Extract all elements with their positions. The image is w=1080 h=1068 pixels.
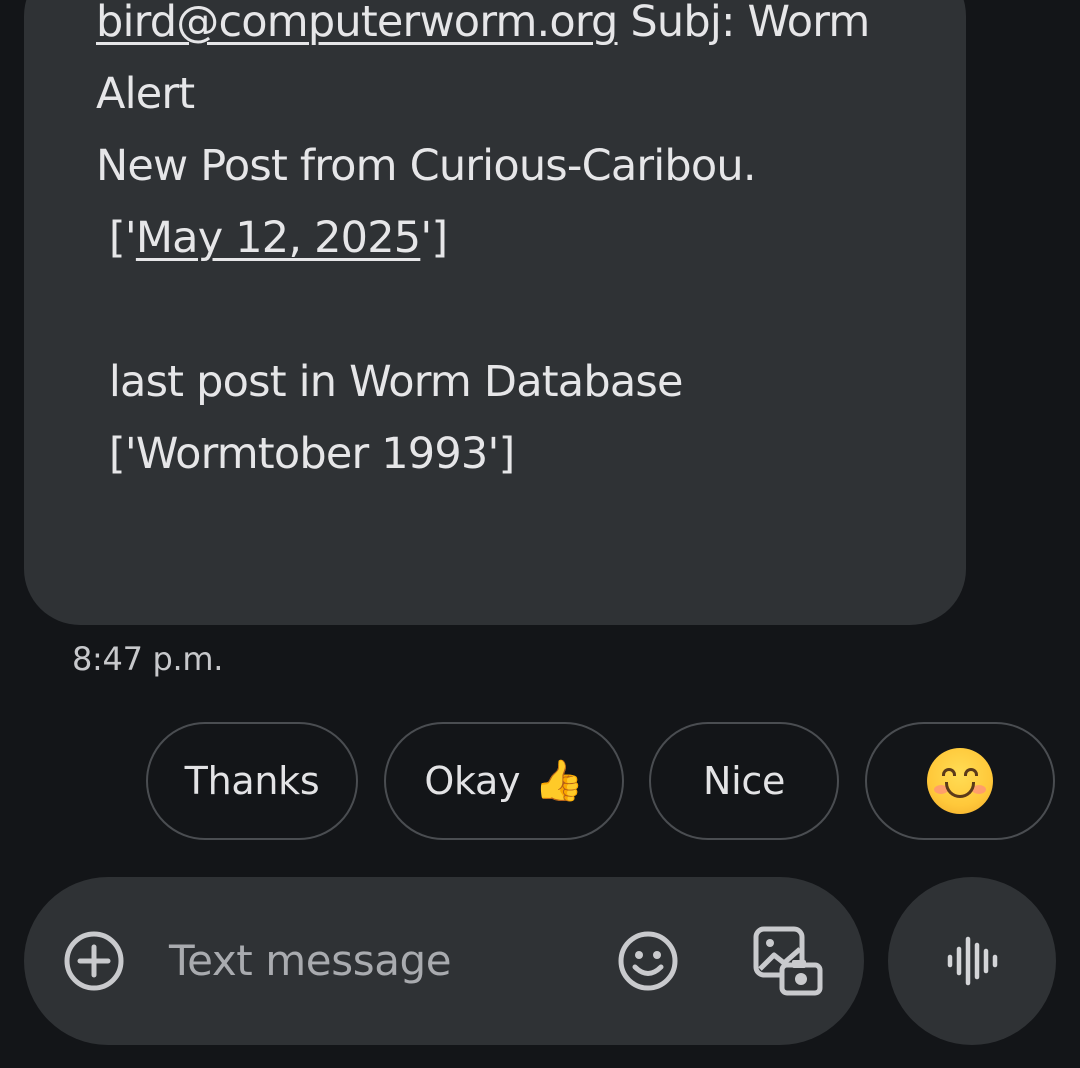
date-suffix: '] — [420, 213, 448, 263]
message-line-7: ['Wormtober 1993'] — [96, 429, 515, 479]
subject-text: Subj: Worm — [617, 0, 870, 47]
message-line-3: New Post from Curious-Caribou. — [96, 141, 757, 191]
smart-reply-okay[interactable]: Okay 👍 — [384, 722, 624, 840]
message-line-6: last post in Worm Database — [96, 357, 684, 407]
email-link[interactable]: bird@computerworm.org — [96, 0, 618, 47]
message-body: bird@computerworm.org Subj: Worm Alert N… — [96, 0, 956, 490]
add-circle-icon[interactable] — [64, 931, 124, 991]
conversation-screen: bird@computerworm.org Subj: Worm Alert N… — [0, 0, 1080, 1068]
message-line-1: bird@computerworm.org Subj: Worm — [96, 0, 956, 58]
smart-reply-label: Okay — [424, 759, 521, 803]
thumbs-up-emoji-icon: 👍 — [534, 758, 584, 804]
emoji-icon[interactable] — [616, 929, 680, 993]
smart-reply-nice[interactable]: Nice — [649, 722, 839, 840]
smiling-face-emoji-icon — [927, 748, 993, 814]
smart-reply-label: Nice — [702, 759, 786, 803]
message-line-2: Alert — [96, 69, 195, 119]
voice-waveform-icon — [947, 936, 998, 986]
message-bubble[interactable]: bird@computerworm.org Subj: Worm Alert N… — [24, 0, 966, 625]
text-message-input[interactable]: Text message — [169, 931, 452, 991]
voice-message-button[interactable] — [888, 877, 1056, 1045]
smart-reply-smile[interactable] — [865, 722, 1055, 840]
message-line-4: ['May 12, 2025'] — [96, 202, 956, 274]
compose-bar: Text message — [24, 877, 864, 1045]
smart-reply-thanks[interactable]: Thanks — [146, 722, 358, 840]
gallery-icon[interactable] — [752, 925, 824, 997]
date-prefix: [' — [96, 213, 137, 263]
message-timestamp: 8:47 p.m. — [72, 640, 224, 678]
date-link[interactable]: May 12, 2025 — [136, 213, 421, 263]
smart-reply-label: Thanks — [184, 759, 320, 803]
